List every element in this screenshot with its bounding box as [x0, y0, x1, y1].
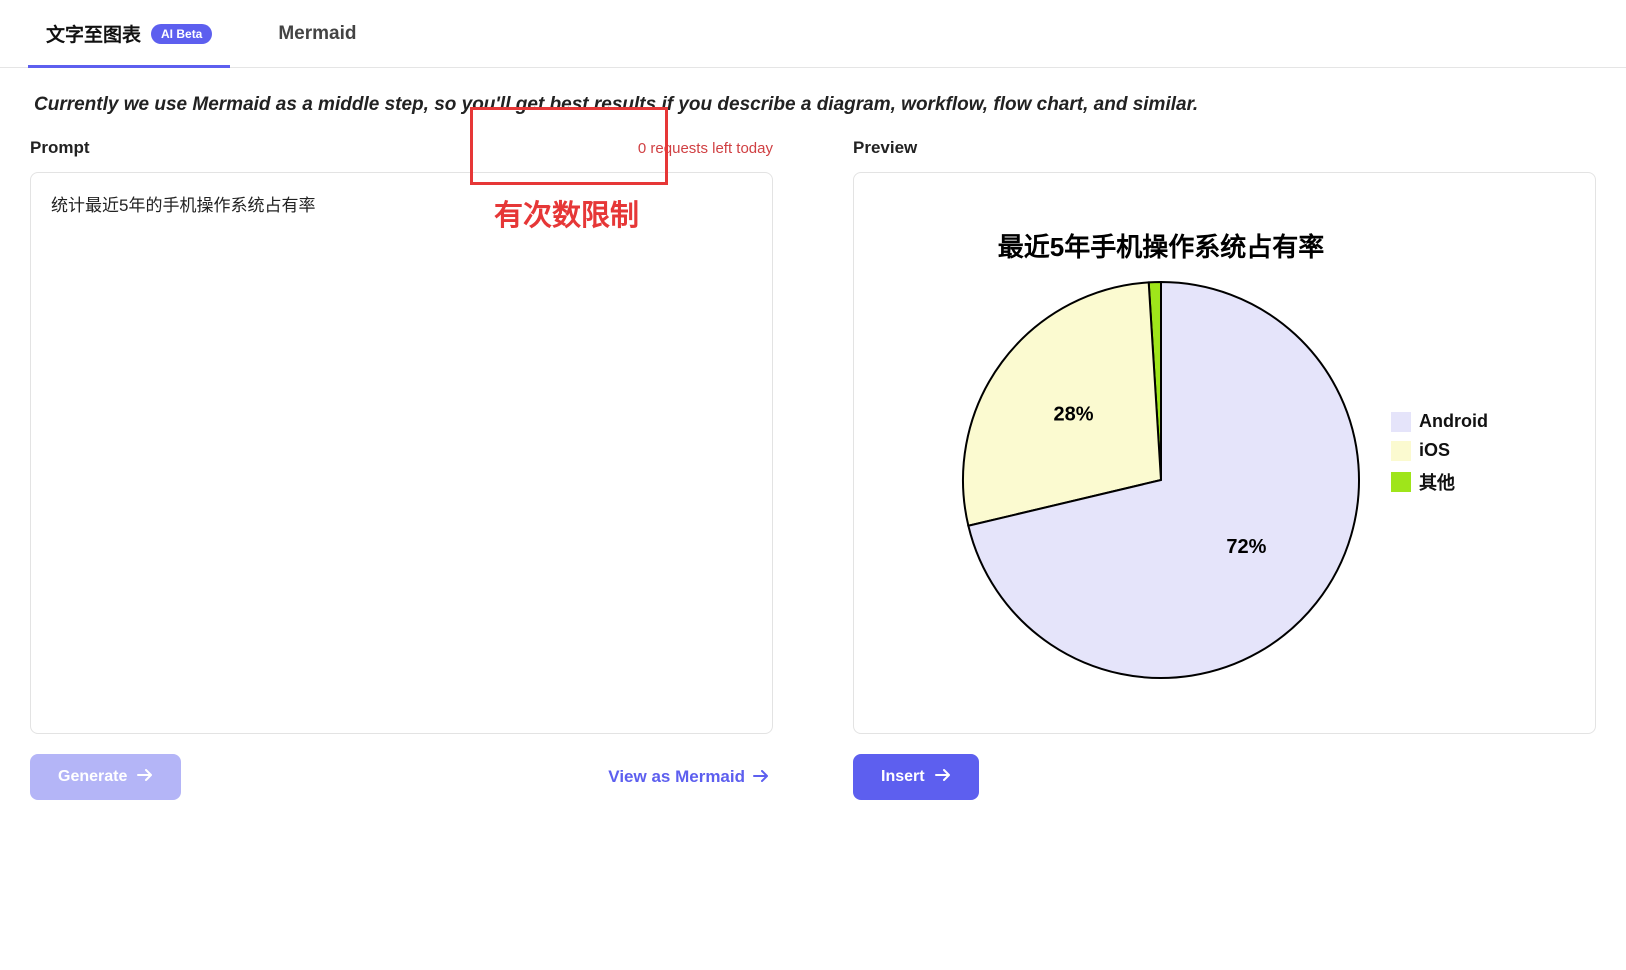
preview-panel: Preview 最近5年手机操作系统占有率 1%28%72% AndroidiO…	[853, 134, 1596, 800]
legend-swatch	[1391, 441, 1411, 461]
legend-item: Android	[1391, 411, 1488, 432]
tab-mermaid-label: Mermaid	[278, 23, 356, 45]
legend-label: iOS	[1419, 440, 1450, 461]
pie-slice-label: 28%	[1053, 403, 1093, 425]
requests-left-text: 0 requests left today	[638, 140, 773, 157]
tab-text-to-diagram-label: 文字至图表	[46, 20, 141, 47]
legend-item: iOS	[1391, 440, 1488, 461]
chart-legend: Android iOS 其他	[1391, 411, 1488, 495]
legend-swatch	[1391, 472, 1411, 492]
insert-button-label: Insert	[881, 768, 925, 786]
generate-button[interactable]: Generate	[30, 754, 181, 800]
pie-chart-svg: 1%28%72%	[961, 280, 1361, 680]
preview-header: Preview	[853, 134, 1596, 162]
prompt-title: Prompt	[30, 138, 90, 158]
workspace: 有次数限制 Prompt 0 requests left today Gener…	[0, 134, 1626, 800]
chart-title: 最近5年手机操作系统占有率	[998, 227, 1324, 264]
prompt-panel: Prompt 0 requests left today Generate Vi…	[30, 134, 773, 800]
generate-button-label: Generate	[58, 768, 127, 786]
tab-mermaid[interactable]: Mermaid	[260, 0, 374, 67]
arrow-right-icon	[935, 768, 951, 786]
insert-button[interactable]: Insert	[853, 754, 979, 800]
pie-slice-label: 72%	[1226, 535, 1266, 557]
pie-chart: 最近5年手机操作系统占有率 1%28%72% AndroidiOS其他	[884, 227, 1565, 680]
legend-swatch	[1391, 412, 1411, 432]
prompt-header: Prompt 0 requests left today	[30, 134, 773, 162]
view-as-mermaid-label: View as Mermaid	[608, 767, 745, 787]
preview-box: 最近5年手机操作系统占有率 1%28%72% AndroidiOS其他	[853, 172, 1596, 734]
arrow-right-icon	[753, 767, 769, 787]
preview-title: Preview	[853, 138, 917, 158]
intro-text: Currently we use Mermaid as a middle ste…	[0, 68, 1626, 134]
tabs-bar: 文字至图表 AI Beta Mermaid	[0, 0, 1626, 68]
preview-actions: Insert	[853, 754, 1596, 800]
arrow-right-icon	[137, 768, 153, 786]
tab-text-to-diagram[interactable]: 文字至图表 AI Beta	[28, 0, 230, 67]
prompt-actions: Generate View as Mermaid	[30, 754, 773, 800]
legend-label: 其他	[1419, 469, 1455, 495]
legend-item: 其他	[1391, 469, 1488, 495]
legend-label: Android	[1419, 411, 1488, 432]
ai-beta-badge: AI Beta	[151, 24, 212, 44]
view-as-mermaid-button[interactable]: View as Mermaid	[604, 757, 773, 797]
prompt-textarea[interactable]	[30, 172, 773, 734]
